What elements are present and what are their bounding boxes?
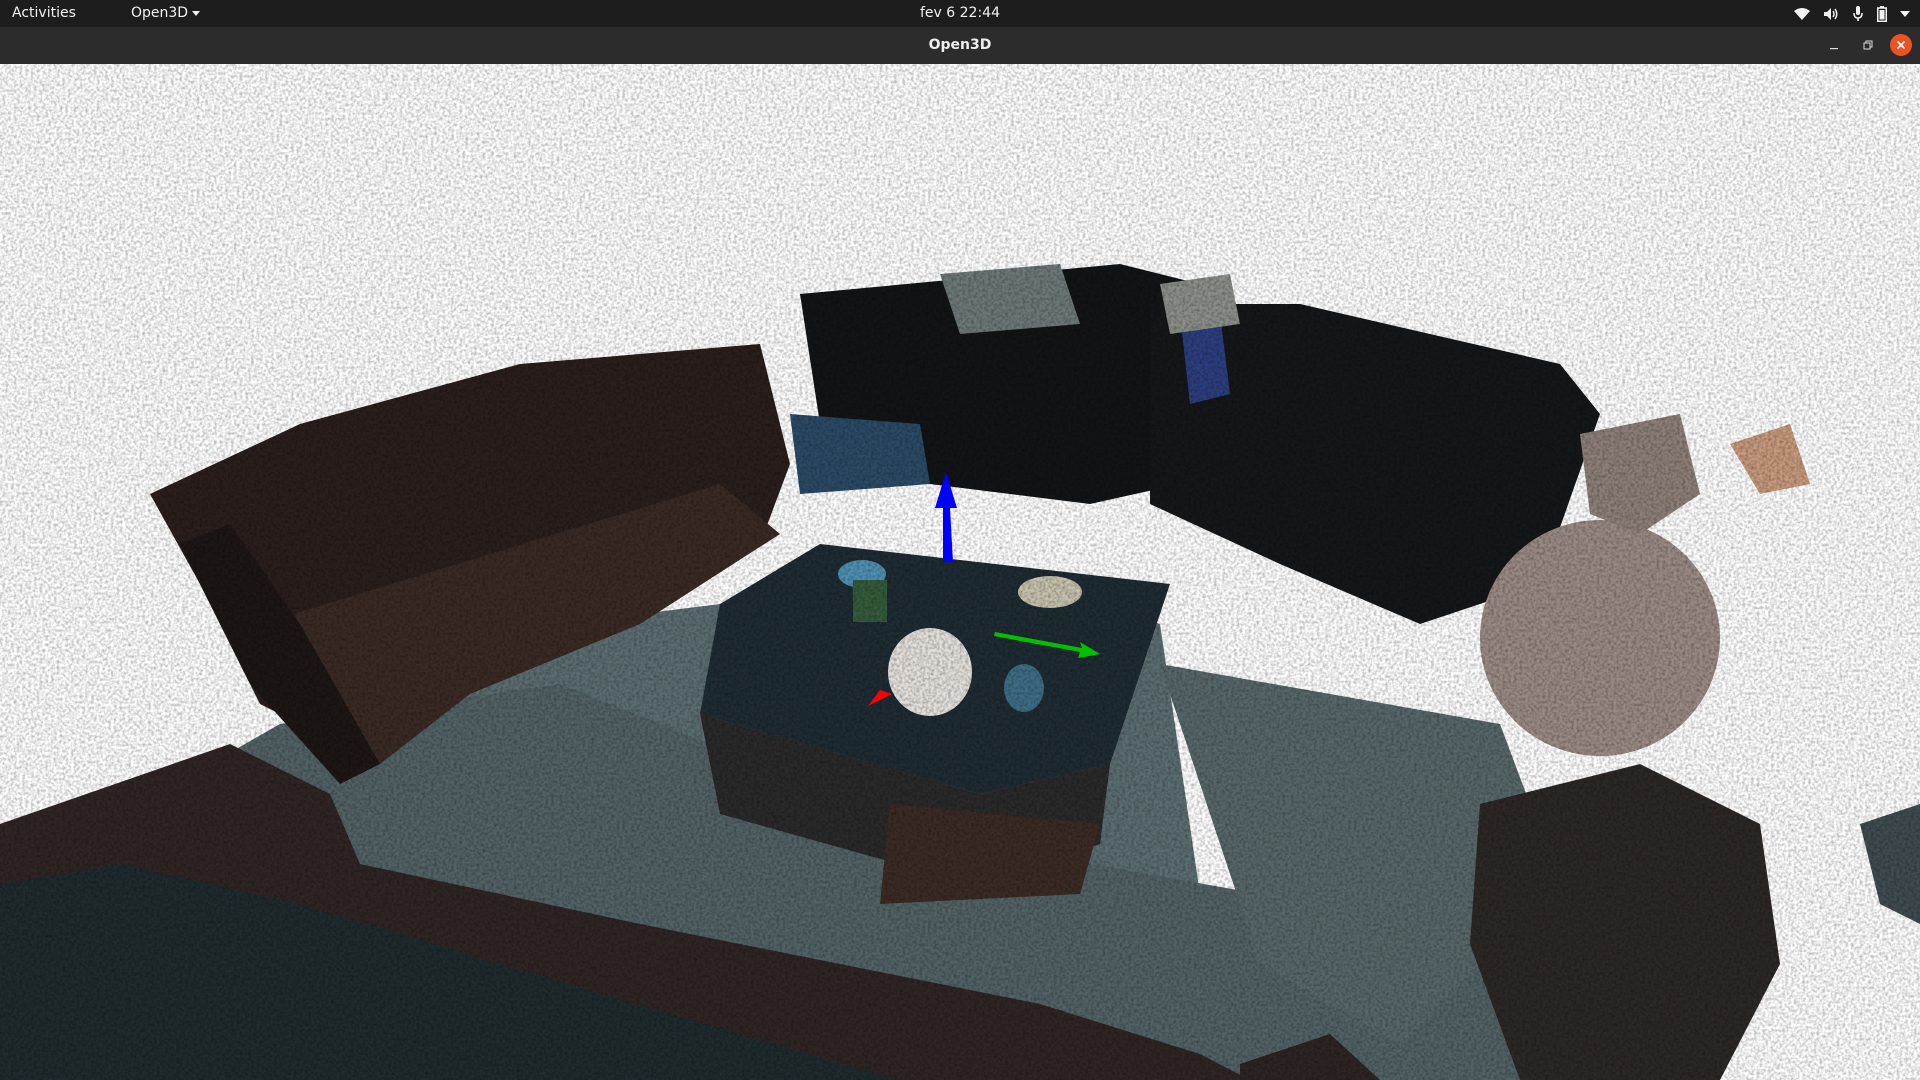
volume-icon <box>1824 8 1838 20</box>
window-titlebar[interactable]: Open3D <box>0 27 1920 65</box>
battery-icon <box>1877 6 1887 22</box>
close-button[interactable] <box>1890 34 1912 56</box>
top-bar: Activities Open3D fev 6 22:44 <box>0 0 1920 27</box>
system-tray[interactable] <box>1794 4 1910 24</box>
maximize-button[interactable] <box>1857 34 1879 56</box>
clock[interactable]: fev 6 22:44 <box>0 5 1920 21</box>
system-menu-chevron-icon <box>1900 11 1910 17</box>
close-icon <box>1896 40 1906 50</box>
microphone-icon <box>1853 6 1863 21</box>
wifi-icon <box>1794 8 1810 20</box>
3d-viewport[interactable] <box>0 64 1920 1080</box>
minimize-icon <box>1830 48 1838 50</box>
minimize-button[interactable] <box>1823 34 1845 56</box>
window-title: Open3D <box>928 37 992 53</box>
point-cloud-scene <box>0 64 1920 1080</box>
maximize-icon <box>1863 40 1873 50</box>
